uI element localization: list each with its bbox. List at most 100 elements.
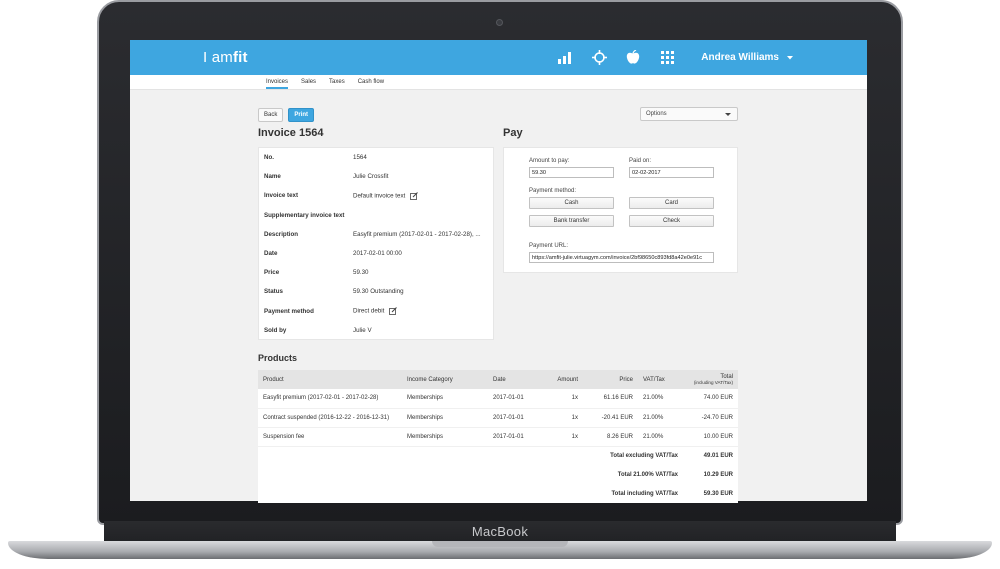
product-cell-date: 2017-01-01 [488, 427, 538, 447]
caret-down-icon [725, 113, 731, 116]
product-cell-total: 74.00 EUR [683, 389, 738, 409]
product-cell-price: -20.41 EUR [583, 408, 638, 428]
top-icons: Andrea Williams [557, 50, 793, 66]
invoice-row: Supplementary invoice text [259, 206, 493, 225]
pay-panel: Amount to pay: 59.30 Paid on: 02-02-2017… [503, 147, 738, 273]
paid-on-label: Paid on: [629, 158, 652, 164]
invoice-row-value: 59.30 Outstanding [353, 288, 493, 295]
total-value: 59.30 EUR [703, 490, 733, 497]
cash-button[interactable]: Cash [529, 197, 614, 209]
invoice-row: Date 2017-02-01 00:00 [259, 244, 493, 263]
total-label: Total including VAT/Tax [611, 490, 678, 497]
invoice-row-label: Price [264, 269, 280, 277]
check-button[interactable]: Check [629, 215, 714, 227]
invoice-row-value: Julie Crossfit [353, 173, 493, 180]
invoice-row: Description Easyfit premium (2017-02-01 -… [259, 225, 493, 244]
payment-url-input[interactable]: https://amfit-julie.virtuagym.com/invoic… [529, 252, 714, 263]
logo-prefix: I am [203, 49, 233, 66]
product-cell-total: -24.70 EUR [683, 408, 738, 428]
total-row-spacer [258, 446, 583, 465]
invoice-row-label: Supplementary invoice text [264, 211, 345, 219]
invoice-row-value: Direct debit [353, 307, 493, 315]
logo-suffix: fit [232, 49, 248, 66]
device-brand: MacBook [471, 524, 529, 539]
total-row: Total including VAT/Tax 59.30 EUR [258, 484, 738, 503]
chevron-down-icon [787, 55, 793, 59]
paid-on-input[interactable]: 02-02-2017 [629, 167, 714, 178]
invoice-row: Payment method Direct debit [259, 302, 493, 321]
product-row: Easyfit premium (2017-02-01 - 2017-02-28… [258, 389, 738, 409]
tab-taxes[interactable]: Taxes [329, 79, 345, 85]
apple-icon[interactable] [625, 50, 641, 66]
card-button[interactable]: Card [629, 197, 714, 209]
products-table: Product Income Category Date Amount Pric… [258, 370, 738, 503]
product-cell-product: Easyfit premium (2017-02-01 - 2017-02-28… [258, 389, 402, 409]
invoice-row-value: 59.30 [353, 269, 493, 276]
invoice-row: Sold by Julie V [259, 321, 493, 340]
invoice-row-label: Sold by [264, 326, 287, 334]
col-income-category: Income Category [402, 370, 488, 389]
invoice-row-value-text: 2017-02-01 00:00 [353, 250, 402, 258]
invoice-row-value-text: Julie Crossfit [353, 173, 389, 181]
edit-icon[interactable] [389, 307, 398, 315]
invoice-row-label: Status [264, 288, 283, 296]
toolbar: Back Print [258, 108, 315, 122]
total-row: Total 21.00% VAT/Tax 10.29 EUR [258, 465, 738, 484]
invoice-row-value: 2017-02-01 00:00 [353, 250, 493, 257]
invoice-row: Invoice text Default invoice text [259, 186, 493, 205]
total-row-spacer [258, 465, 583, 484]
invoice-row: No. 1564 [259, 148, 493, 167]
product-cell-amount: 1x [538, 389, 583, 409]
product-cell-amount: 1x [538, 427, 583, 447]
bank-transfer-button[interactable]: Bank transfer [529, 215, 614, 227]
amount-input[interactable]: 59.30 [529, 167, 614, 178]
crosshair-icon[interactable] [591, 50, 607, 66]
total-value: 10.29 EUR [703, 471, 733, 478]
grid-icon[interactable] [659, 50, 675, 66]
print-button[interactable]: Print [288, 108, 315, 122]
product-cell-vat: 21.00% [638, 389, 683, 409]
product-row: Contract suspended (2016-12-22 - 2016-12… [258, 408, 738, 428]
product-cell-date: 2017-01-01 [488, 389, 538, 409]
invoice-title: Invoice 1564 [258, 127, 324, 139]
col-price: Price [583, 370, 638, 389]
user-menu[interactable]: Andrea Williams [701, 52, 793, 63]
col-date: Date [488, 370, 538, 389]
invoice-row-value-text: Julie V [353, 326, 372, 334]
amount-label: Amount to pay: [529, 158, 570, 164]
pay-title: Pay [503, 127, 523, 139]
invoice-row-value: Default invoice text [353, 192, 493, 200]
product-cell-vat: 21.00% [638, 408, 683, 428]
back-button[interactable]: Back [258, 108, 284, 122]
col-total: Total (including VAT/Tax) [683, 370, 738, 389]
invoice-row-label: Description [264, 230, 299, 238]
total-label: Total excluding VAT/Tax [610, 452, 678, 459]
products-title: Products [258, 353, 298, 363]
col-vat: VAT/Tax [638, 370, 683, 389]
options-dropdown[interactable]: Options [640, 107, 738, 121]
invoice-row: Price 59.30 [259, 263, 493, 282]
invoice-row-label: Name [264, 173, 281, 181]
subnav: Invoices Sales Taxes Cash flow [130, 75, 867, 90]
invoice-details: No. 1564 Name Julie Crossfit Invoice text Def… [258, 147, 494, 340]
invoice-row-value-text: Default invoice text [353, 192, 406, 200]
tab-cash-flow[interactable]: Cash flow [358, 79, 384, 85]
app-logo[interactable]: I amfit [203, 49, 248, 66]
invoice-row-value-text: 1564 [353, 154, 367, 162]
col-total-note: (including VAT/Tax) [693, 380, 733, 385]
bar-chart-icon[interactable] [557, 50, 573, 66]
product-cell-amount: 1x [538, 408, 583, 428]
invoice-row-value-text: 59.30 [353, 269, 369, 277]
edit-icon[interactable] [410, 192, 419, 200]
tab-sales[interactable]: Sales [301, 79, 316, 85]
laptop-notch [432, 541, 568, 547]
col-product: Product [258, 370, 402, 389]
product-cell-price: 61.16 EUR [583, 389, 638, 409]
products-header-row: Product Income Category Date Amount Pric… [258, 370, 738, 389]
invoice-row: Name Julie Crossfit [259, 167, 493, 186]
product-cell-date: 2017-01-01 [488, 408, 538, 428]
total-row-spacer [258, 484, 583, 503]
invoice-row-value-text: Easyfit premium (2017-02-01 - 2017-02-28… [353, 230, 481, 238]
col-amount: Amount [538, 370, 583, 389]
tab-invoices[interactable]: Invoices [266, 79, 289, 89]
